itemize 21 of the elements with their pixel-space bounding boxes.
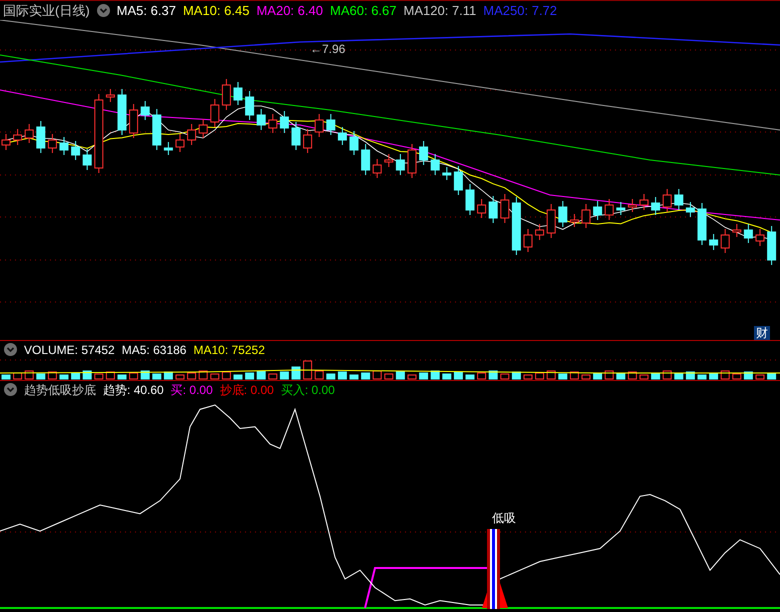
finance-badge[interactable]: 财 bbox=[754, 326, 770, 340]
indicator-value: 抄底: 0.00 bbox=[220, 384, 274, 396]
chevron-down-icon[interactable] bbox=[96, 4, 110, 17]
chevron-down-icon[interactable] bbox=[4, 383, 17, 396]
ma-value: MA20: 6.40 bbox=[256, 4, 323, 17]
ma-value: MA5: 6.37 bbox=[116, 4, 176, 17]
ma-value: MA120: 7.11 bbox=[404, 4, 476, 17]
ma-value: MA10: 6.45 bbox=[182, 4, 250, 17]
ma-value: MA60: 6.67 bbox=[330, 4, 396, 17]
price-high-label: ←7.96 bbox=[310, 41, 346, 58]
indicator-value: 买: 0.00 bbox=[170, 384, 213, 396]
stock-title: 国际实业(日线) bbox=[3, 4, 90, 17]
indicator-value: MA5: 63186 bbox=[122, 344, 186, 356]
indicator-value: MA10: 75252 bbox=[193, 344, 265, 356]
chevron-down-icon[interactable] bbox=[4, 343, 17, 356]
indicator-title: 趋势低吸抄底 bbox=[24, 384, 96, 396]
indicator-value: 买入: 0.00 bbox=[280, 384, 335, 396]
indicator-value: VOLUME: 57452 bbox=[24, 344, 115, 356]
indicator-value: 趋势: 40.60 bbox=[103, 384, 164, 396]
signal-label: 低吸 bbox=[492, 510, 516, 527]
ma-value: MA250: 7.72 bbox=[483, 4, 558, 17]
